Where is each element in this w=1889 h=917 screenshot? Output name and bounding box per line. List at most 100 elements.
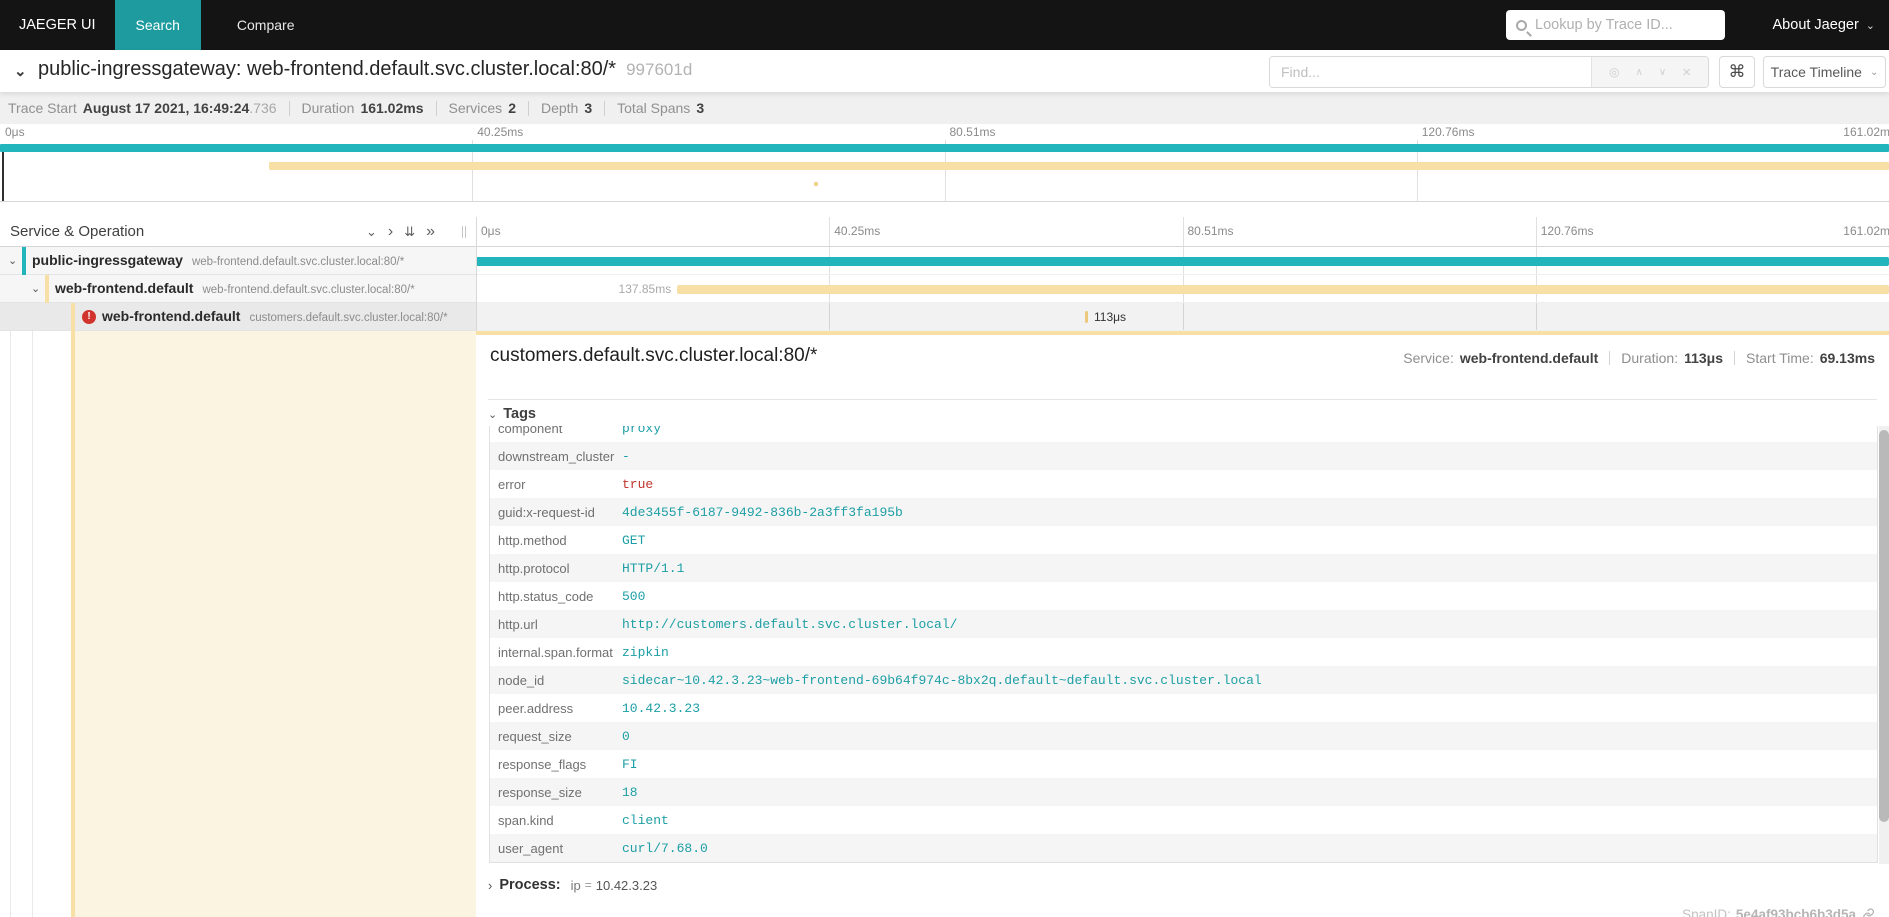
tag-row[interactable]: user_agentcurl/7.68.0 (490, 834, 1877, 862)
tag-row[interactable]: guid:x-request-id4de3455f-6187-9492-836b… (490, 498, 1877, 526)
trace-lookup-box[interactable] (1506, 10, 1725, 40)
tag-row[interactable]: http.urlhttp://customers.default.svc.clu… (490, 610, 1877, 638)
trace-collapse-chevron-icon[interactable]: ⌄ (14, 62, 27, 80)
nav-tab-search[interactable]: Search (115, 0, 201, 50)
tag-row[interactable]: downstream_cluster- (490, 442, 1877, 470)
tag-value: true (622, 477, 653, 492)
span-service-name: web-frontend.defaultcustomers.default.sv… (102, 308, 448, 324)
span-duration-bar[interactable] (476, 257, 1889, 266)
meta-label: Total Spans (617, 100, 690, 116)
tag-value: 500 (622, 589, 645, 604)
trace-view-label: Trace Timeline (1771, 64, 1862, 80)
timeline-minimap: 0μs40.25ms80.51ms120.76ms161.02ms (0, 124, 1889, 207)
tag-value: 0 (622, 729, 630, 744)
span-collapse-caret-icon[interactable]: ⌄ (8, 254, 17, 267)
tag-row[interactable]: http.methodGET (490, 526, 1877, 554)
detail-meta-separator (1609, 351, 1610, 365)
tag-value: client (622, 813, 669, 828)
meta-item: Duration 161.02ms (302, 100, 424, 116)
tag-row[interactable]: span.kindclient (490, 806, 1877, 834)
span-duration-bar[interactable] (677, 285, 1889, 294)
span-color-bar (22, 247, 26, 275)
tag-row[interactable]: http.protocolHTTP/1.1 (490, 554, 1877, 582)
detail-indent-fill (75, 331, 476, 917)
link-icon[interactable] (1862, 908, 1875, 917)
meta-value: 3 (584, 100, 592, 116)
meta-separator (436, 101, 437, 116)
detail-meta-value: 113μs (1684, 350, 1723, 366)
span-duration-bar[interactable] (1085, 311, 1088, 323)
expand-all-icon[interactable]: » (426, 223, 435, 241)
trace-id-short: 997601d (626, 60, 692, 79)
span-row-timeline-cell[interactable] (476, 247, 1889, 275)
tag-row[interactable]: peer.address10.42.3.23 (490, 694, 1877, 722)
span-row-name-cell[interactable]: ⌄public-ingressgatewayweb-frontend.defau… (0, 247, 476, 275)
jaeger-logo[interactable]: JAEGER UI (0, 0, 115, 50)
span-row: ⌄public-ingressgatewayweb-frontend.defau… (0, 247, 1889, 275)
tag-row[interactable]: request_size0 (490, 722, 1877, 750)
tag-value: GET (622, 533, 645, 548)
tick-label: 40.25ms (834, 224, 880, 238)
minimap-canvas[interactable] (0, 140, 1889, 202)
span-row-name-cell[interactable]: ⌄web-frontend.defaultweb-frontend.defaul… (0, 275, 476, 303)
about-jaeger-menu[interactable]: About Jaeger ⌄ (1773, 0, 1875, 50)
tag-key: request_size (490, 729, 622, 744)
expand-one-icon[interactable]: › (388, 223, 393, 241)
tag-row[interactable]: errortrue (490, 470, 1877, 498)
tick-label: 40.25ms (477, 125, 523, 139)
process-key: ip (571, 878, 581, 893)
trace-lookup-input[interactable] (1535, 17, 1722, 33)
span-row-timeline-cell[interactable]: 137.85ms (476, 275, 1889, 303)
process-section-toggle[interactable]: › Process: ip = 10.42.3.23 (488, 877, 657, 893)
collapse-all-icon[interactable]: ⇊ (404, 224, 415, 240)
span-collapse-caret-icon[interactable]: ⌄ (31, 282, 40, 295)
span-id-label: SpanID: (1682, 907, 1731, 917)
error-icon: ! (82, 310, 96, 324)
header-tick-labels: 0μs40.25ms80.51ms120.76ms161.02ms (476, 217, 1889, 246)
meta-value: August 17 2021, 16:49:24 (83, 100, 250, 116)
tag-key: http.protocol (490, 561, 622, 576)
span-duration-label: 137.85ms (619, 282, 672, 296)
meta-label: Duration (302, 100, 355, 116)
tag-value: curl/7.68.0 (622, 841, 708, 856)
tag-row[interactable]: http.status_code500 (490, 582, 1877, 610)
span-row: ! web-frontend.defaultcustomers.default.s… (0, 303, 1889, 331)
keyboard-shortcuts-button[interactable]: ⌘ (1719, 56, 1755, 88)
span-color-bar (71, 303, 75, 331)
tag-value: http://customers.default.svc.cluster.loc… (622, 617, 957, 632)
tag-row[interactable]: internal.span.formatzipkin (490, 638, 1877, 666)
find-input[interactable] (1270, 57, 1591, 87)
prev-match-icon[interactable]: ∧ (1636, 67, 1643, 78)
tag-key: http.method (490, 533, 622, 548)
meta-item: Depth3 (541, 100, 592, 116)
meta-separator (528, 101, 529, 116)
tags-scrollbar-thumb[interactable] (1879, 430, 1889, 822)
collapse-one-icon[interactable]: ⌄ (366, 224, 377, 240)
trace-view-selector[interactable]: Trace Timeline ⌄ (1763, 56, 1886, 88)
detail-meta-label: Duration: (1621, 350, 1678, 366)
detail-meta-separator (1734, 351, 1735, 365)
trace-title-text: public-ingressgateway: web-frontend.defa… (38, 58, 616, 80)
minimap-span-bar (0, 144, 1889, 152)
tag-row[interactable]: response_size18 (490, 778, 1877, 806)
tags-scroll-viewport[interactable]: componentproxydownstream_cluster-errortr… (489, 426, 1878, 864)
tag-row[interactable]: componentproxy (490, 426, 1877, 442)
minimap-scrubber-handle[interactable] (2, 152, 4, 201)
column-resize-handle[interactable] (462, 226, 469, 238)
clear-find-icon[interactable]: × (1682, 64, 1691, 81)
tick-label: 80.51ms (1188, 224, 1234, 238)
span-row-name-cell[interactable]: ! web-frontend.defaultcustomers.default.s… (0, 303, 476, 331)
tags-section-toggle[interactable]: ⌄ Tags (488, 406, 536, 422)
span-operation-name: web-frontend.default.svc.cluster.local:8… (202, 284, 414, 296)
meta-separator (604, 101, 605, 116)
span-row-timeline-cell[interactable]: 113μs (476, 303, 1889, 331)
tag-row[interactable]: node_idsidecar~10.42.3.23~web-frontend-6… (490, 666, 1877, 694)
tag-value: 18 (622, 785, 638, 800)
next-match-icon[interactable]: ∨ (1659, 67, 1666, 78)
nav-tab-compare[interactable]: Compare (216, 0, 316, 50)
about-jaeger-label: About Jaeger (1773, 17, 1859, 33)
meta-value: 161.02ms (360, 100, 423, 116)
focus-match-icon[interactable]: ◎ (1609, 65, 1619, 79)
tag-row[interactable]: response_flagsFI (490, 750, 1877, 778)
trace-title: public-ingressgateway: web-frontend.defa… (38, 58, 692, 81)
